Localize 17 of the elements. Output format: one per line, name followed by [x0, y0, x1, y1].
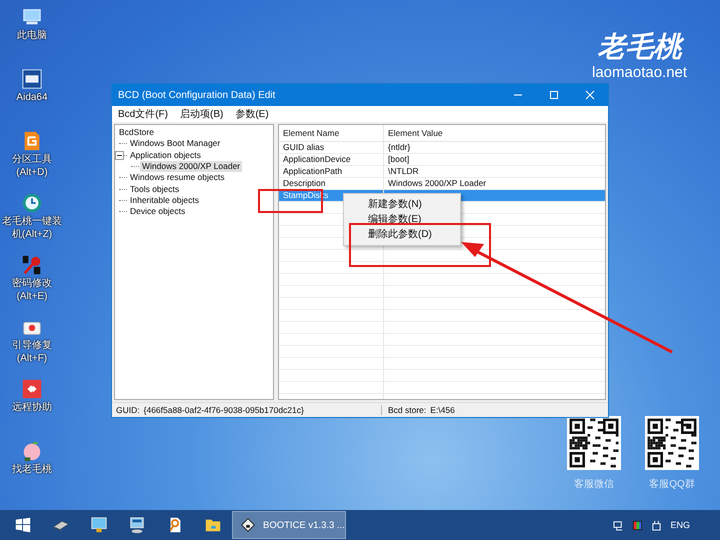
element-value: \NTLDR — [387, 166, 420, 177]
element-name: ApplicationDevice — [279, 154, 384, 165]
element-value: Windows 2000/XP Loader — [387, 178, 488, 189]
logo-url: laomaotao.net — [592, 64, 688, 82]
qr-caption: 客服QQ群 — [649, 478, 695, 491]
element-name: GUID alias — [279, 142, 384, 153]
store-label: Bcd store: — [388, 405, 426, 415]
element-name: Description — [279, 178, 384, 189]
logo-text: 老毛桃 — [598, 30, 682, 64]
element-value: {ntldr} — [387, 142, 412, 153]
window-title: BCD (Boot Configuration Data) Edit — [118, 90, 276, 100]
guid-value: {466f5a88-0af2-4f76-9038-095b170dc21c} — [144, 405, 304, 415]
store-value: E:\456 — [430, 405, 455, 415]
element-name: ApplicationPath — [279, 166, 384, 177]
qr-caption: 客服微信 — [574, 478, 614, 491]
guid-label: GUID: — [116, 405, 140, 415]
element-value: [boot] — [387, 154, 410, 165]
